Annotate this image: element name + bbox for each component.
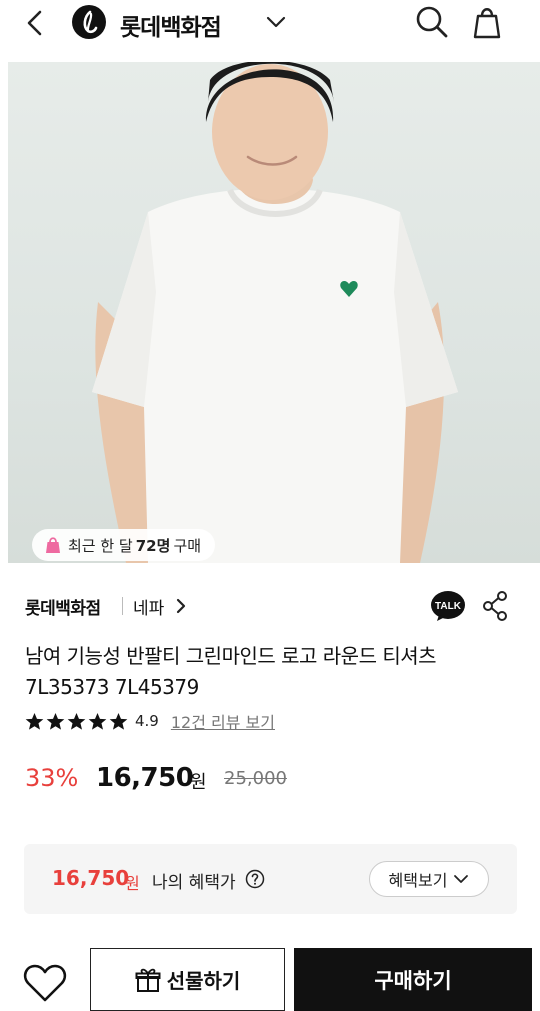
badge-count: 72명 xyxy=(135,536,171,555)
badge-suffix: 구매 xyxy=(173,536,202,555)
kakao-talk-icon[interactable]: TALK xyxy=(430,590,466,622)
review-link[interactable]: 12건 리뷰 보기 xyxy=(171,709,275,733)
chevron-right-icon[interactable] xyxy=(174,598,188,614)
view-benefits-label: 혜택보기 xyxy=(388,871,448,890)
gift-button[interactable]: 선물하기 xyxy=(90,948,285,1011)
product-image[interactable]: 최근 한 달 72명 구매 1 | 6 xyxy=(8,62,540,563)
original-price: 25,000 xyxy=(224,768,287,789)
star-icon xyxy=(67,712,86,730)
star-icon xyxy=(109,712,128,730)
product-photo xyxy=(92,62,458,563)
product-title: 남여 기능성 반팔티 그린마인드 로고 라운드 티셔츠 7L35373 7L45… xyxy=(25,644,437,699)
rating-row: 4.9 12건 리뷰 보기 xyxy=(25,710,275,732)
shopping-bag-icon[interactable] xyxy=(470,4,504,40)
svg-text:TALK: TALK xyxy=(435,601,462,612)
star-icon xyxy=(25,712,44,730)
buy-button-label: 구매하기 xyxy=(374,968,452,993)
view-benefits-button[interactable]: 혜택보기 xyxy=(369,861,489,897)
brand-logo[interactable] xyxy=(72,5,106,39)
gift-icon xyxy=(135,968,161,992)
chevron-down-icon[interactable] xyxy=(264,12,288,32)
discount-rate: 33% xyxy=(25,764,79,792)
help-icon[interactable] xyxy=(245,869,265,889)
chevron-down-icon xyxy=(454,875,469,883)
share-icon[interactable] xyxy=(482,590,510,622)
rating-value: 4.9 xyxy=(135,712,159,730)
top-header: 롯데백화점 xyxy=(0,0,540,46)
badge-prefix: 최근 한 달 xyxy=(68,536,133,555)
star-icon xyxy=(46,712,65,730)
heart-icon[interactable] xyxy=(22,962,68,1004)
star-icon xyxy=(88,712,107,730)
buy-button[interactable]: 구매하기 xyxy=(294,948,532,1011)
search-icon[interactable] xyxy=(414,4,450,40)
brand-name[interactable]: 롯데백화점 xyxy=(120,8,222,42)
back-icon[interactable] xyxy=(22,8,50,38)
pink-bag-icon xyxy=(46,537,60,553)
seller-store-name[interactable]: 롯데백화점 xyxy=(25,594,101,619)
benefit-price-unit: 원 xyxy=(125,874,140,893)
benefit-box: 16,750 원 나의 혜택가 혜택보기 xyxy=(24,844,517,914)
price-unit: 원 xyxy=(190,772,207,793)
gift-button-label: 선물하기 xyxy=(166,969,241,993)
bottom-action-bar: 선물하기 구매하기 xyxy=(0,946,540,1011)
seller-divider xyxy=(122,597,123,615)
sale-price: 16,750 xyxy=(96,763,194,793)
recent-purchase-badge: 최근 한 달 72명 구매 xyxy=(32,529,216,561)
benefit-label: 나의 혜택가 xyxy=(152,873,236,893)
seller-brand-link[interactable]: 네파 xyxy=(133,594,164,619)
benefit-price: 16,750 xyxy=(52,866,130,890)
